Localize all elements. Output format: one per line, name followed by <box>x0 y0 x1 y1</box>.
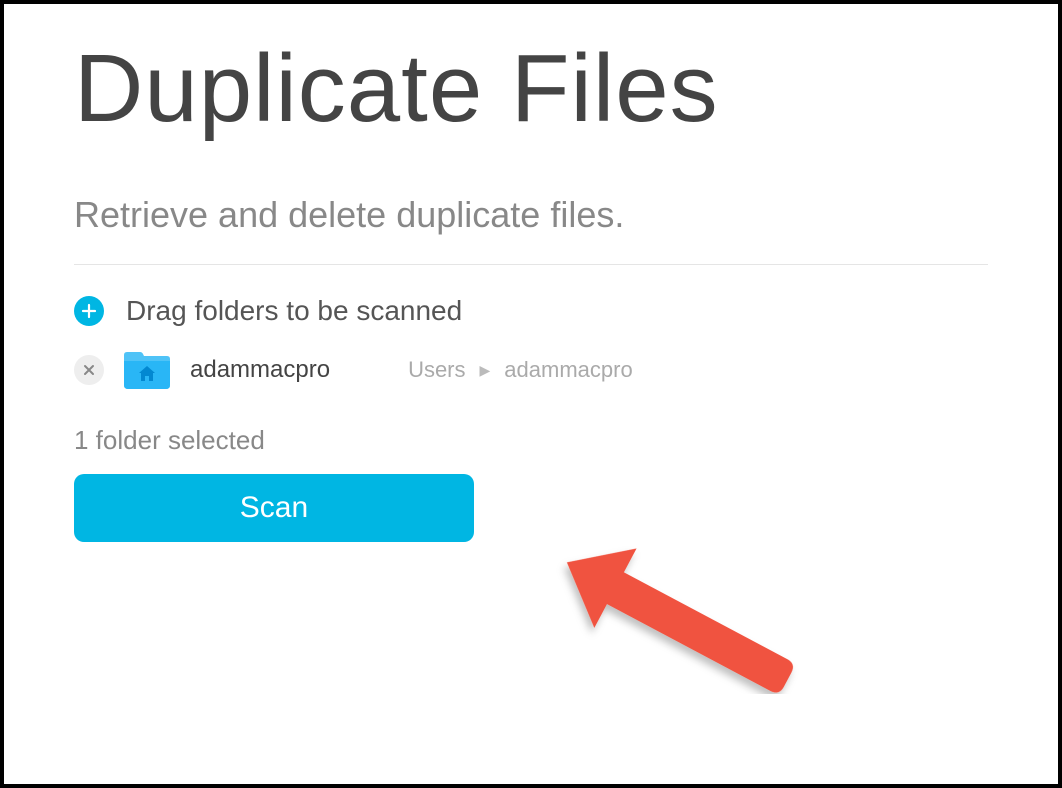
folder-item: adammacpro Users ▶ adammacpro <box>74 349 988 391</box>
remove-folder-button[interactable] <box>74 355 104 385</box>
drag-folders-label: Drag folders to be scanned <box>126 295 462 327</box>
home-folder-icon <box>122 349 172 391</box>
plus-icon <box>81 303 97 319</box>
divider <box>74 264 988 265</box>
breadcrumb-segment: Users <box>408 357 465 383</box>
page-subtitle: Retrieve and delete duplicate files. <box>74 194 988 236</box>
folder-breadcrumb: Users ▶ adammacpro <box>408 357 633 383</box>
chevron-right-icon: ▶ <box>480 362 491 379</box>
annotation-arrow <box>494 534 834 694</box>
page-title: Duplicate Files <box>74 34 988 144</box>
selection-status: 1 folder selected <box>74 425 988 456</box>
scan-button[interactable]: Scan <box>74 474 474 542</box>
add-folder-button[interactable] <box>74 296 104 326</box>
close-icon <box>83 364 95 376</box>
folder-name: adammacpro <box>190 356 330 384</box>
drag-folders-row: Drag folders to be scanned <box>74 295 988 327</box>
breadcrumb-segment: adammacpro <box>504 357 632 383</box>
